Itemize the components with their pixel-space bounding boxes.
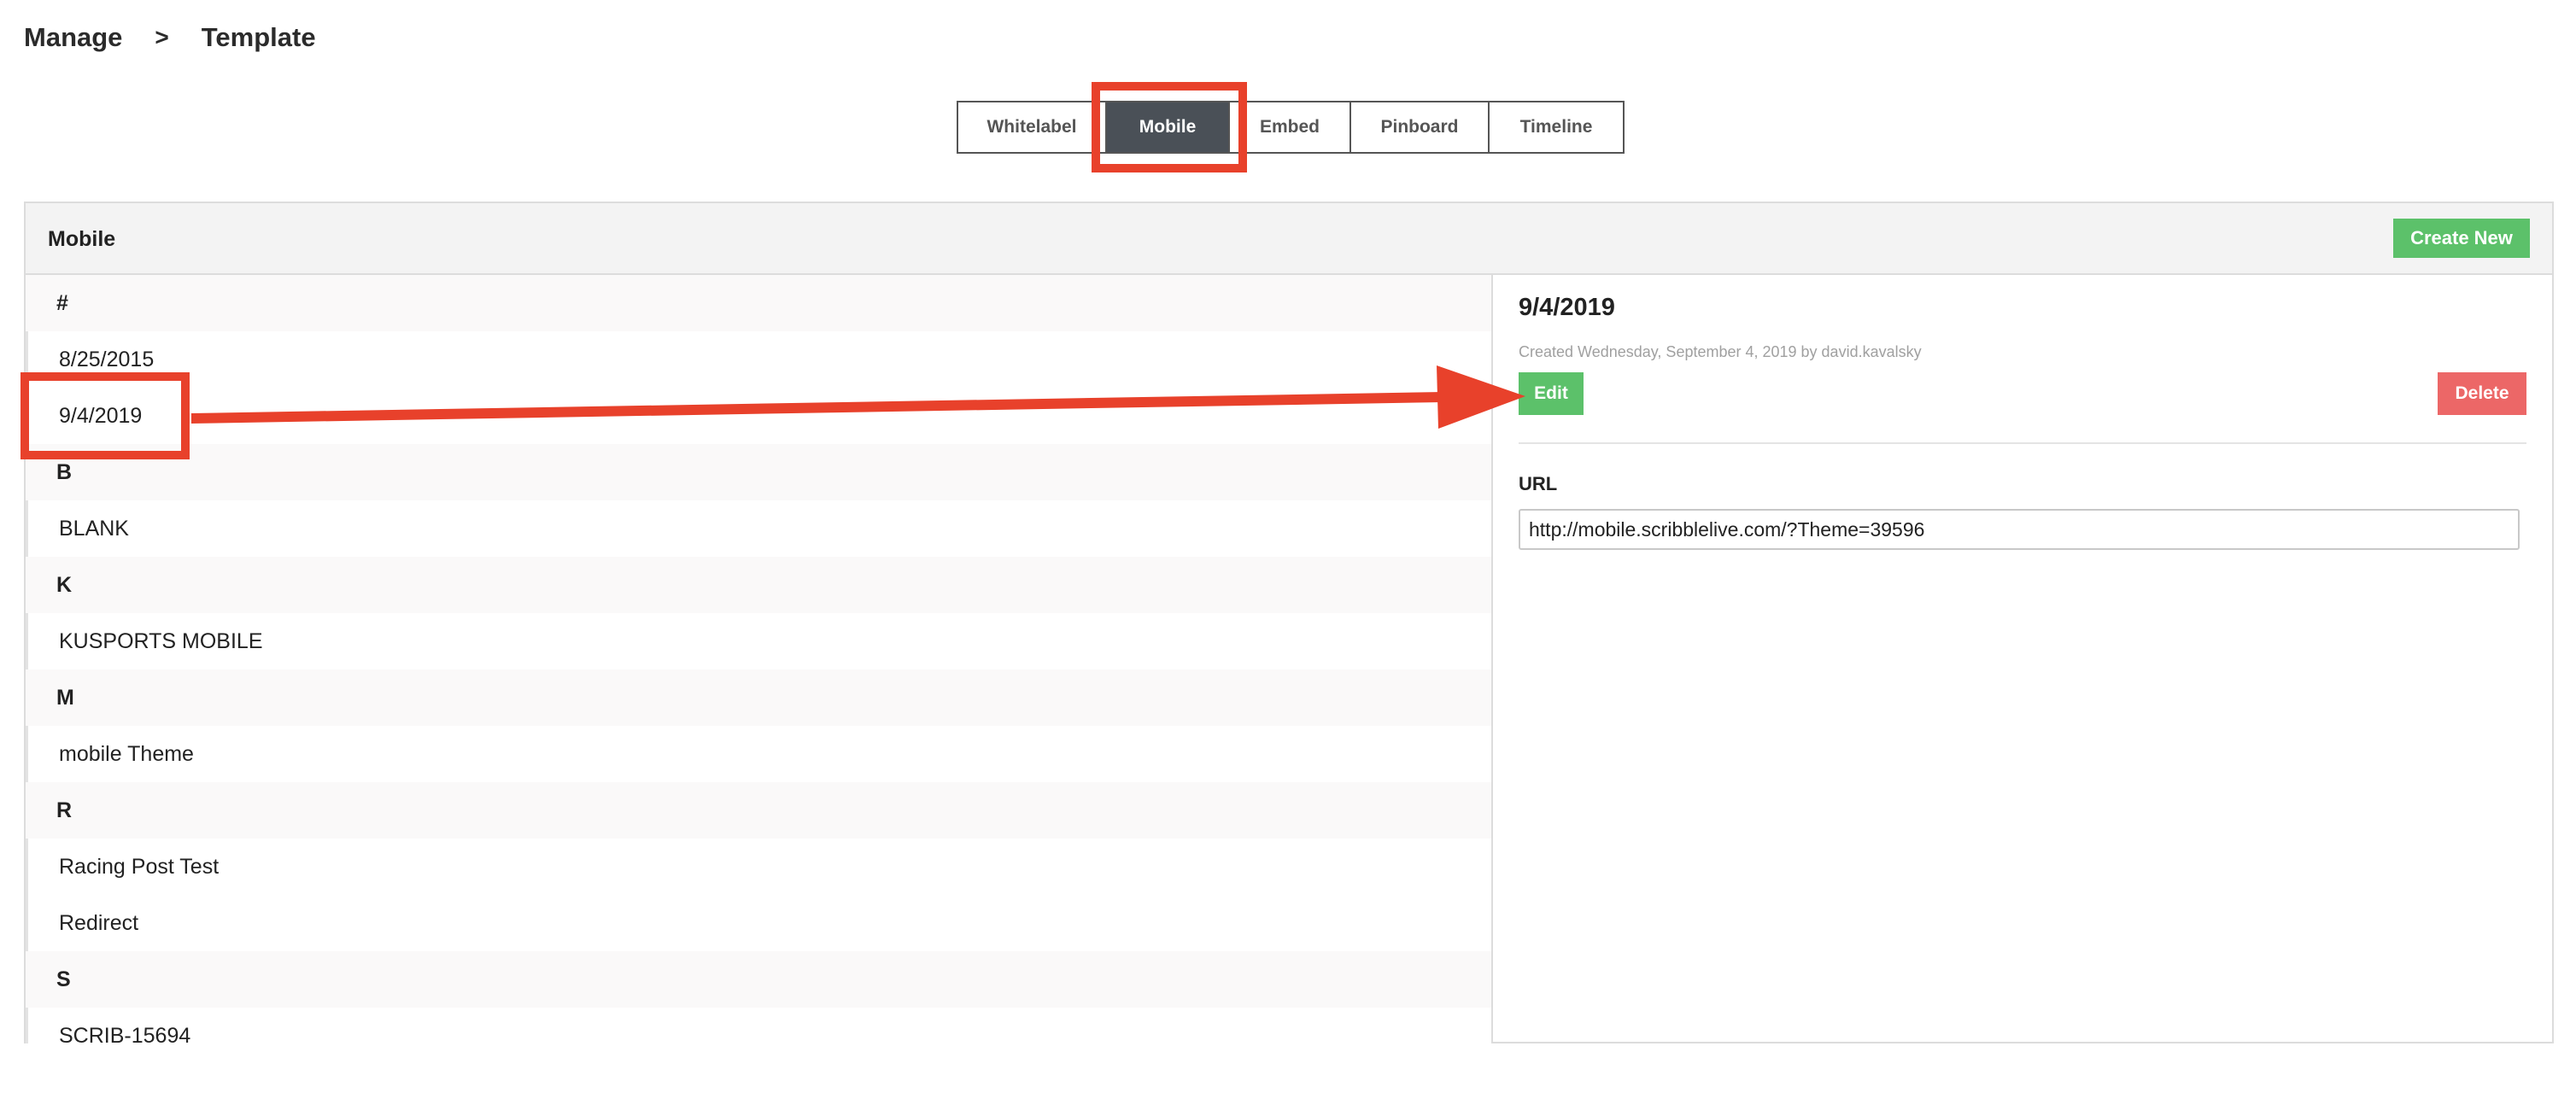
list-item[interactable]: SCRIB-15694 <box>26 1008 1491 1043</box>
list-item[interactable]: Racing Post Test <box>26 839 1491 895</box>
list-item[interactable]: mobile Theme <box>26 726 1491 782</box>
template-type-tabs: Whitelabel Mobile Embed Pinboard Timelin… <box>957 101 1625 154</box>
breadcrumb-current: Template <box>201 22 316 52</box>
delete-button[interactable]: Delete <box>2438 372 2526 415</box>
detail-created-meta: Created Wednesday, September 4, 2019 by … <box>1519 343 1922 360</box>
template-detail: 9/4/2019 Created Wednesday, September 4,… <box>1495 275 2554 1043</box>
detail-divider <box>1519 442 2526 444</box>
template-panel: Mobile Create New #8/25/2015 9/4/2019 B BLA… <box>24 202 2554 1043</box>
edit-button[interactable]: Edit <box>1519 372 1584 415</box>
list-item[interactable]: 9/4/2019 <box>26 388 1491 444</box>
list-item[interactable]: Redirect <box>26 895 1491 951</box>
panel-title: Mobile <box>48 227 116 251</box>
breadcrumb-root[interactable]: Manage <box>24 22 122 53</box>
tab-mobile[interactable]: Mobile <box>1107 101 1230 154</box>
url-label: URL <box>1519 473 1558 494</box>
url-field[interactable] <box>1519 509 2520 550</box>
list-group-header: K <box>26 557 1491 613</box>
tab-embed[interactable]: Embed <box>1230 101 1351 154</box>
create-new-button[interactable]: Create New <box>2393 219 2530 258</box>
detail-title: 9/4/2019 <box>1519 294 1615 321</box>
tab-pinboard[interactable]: Pinboard <box>1351 101 1490 154</box>
list-item[interactable]: KUSPORTS MOBILE <box>26 613 1491 669</box>
panel-header: Mobile Create New <box>26 203 2552 275</box>
list-item[interactable]: 8/25/2015 <box>26 331 1491 388</box>
list-group-header: M <box>26 669 1491 726</box>
template-list: #8/25/2015 9/4/2019 B BLANK K KUSPORTS MOBILE… <box>26 275 1493 1043</box>
list-group-header: S <box>26 951 1491 1008</box>
list-item[interactable]: BLANK <box>26 500 1491 557</box>
breadcrumb: Manage > Template <box>24 19 316 56</box>
tab-timeline[interactable]: Timeline <box>1490 101 1625 154</box>
list-group-header: B <box>26 444 1491 500</box>
tab-whitelabel[interactable]: Whitelabel <box>957 101 1107 154</box>
list-group-header: R <box>26 782 1491 839</box>
list-group-header: # <box>26 275 1491 331</box>
breadcrumb-separator: > <box>155 24 169 50</box>
